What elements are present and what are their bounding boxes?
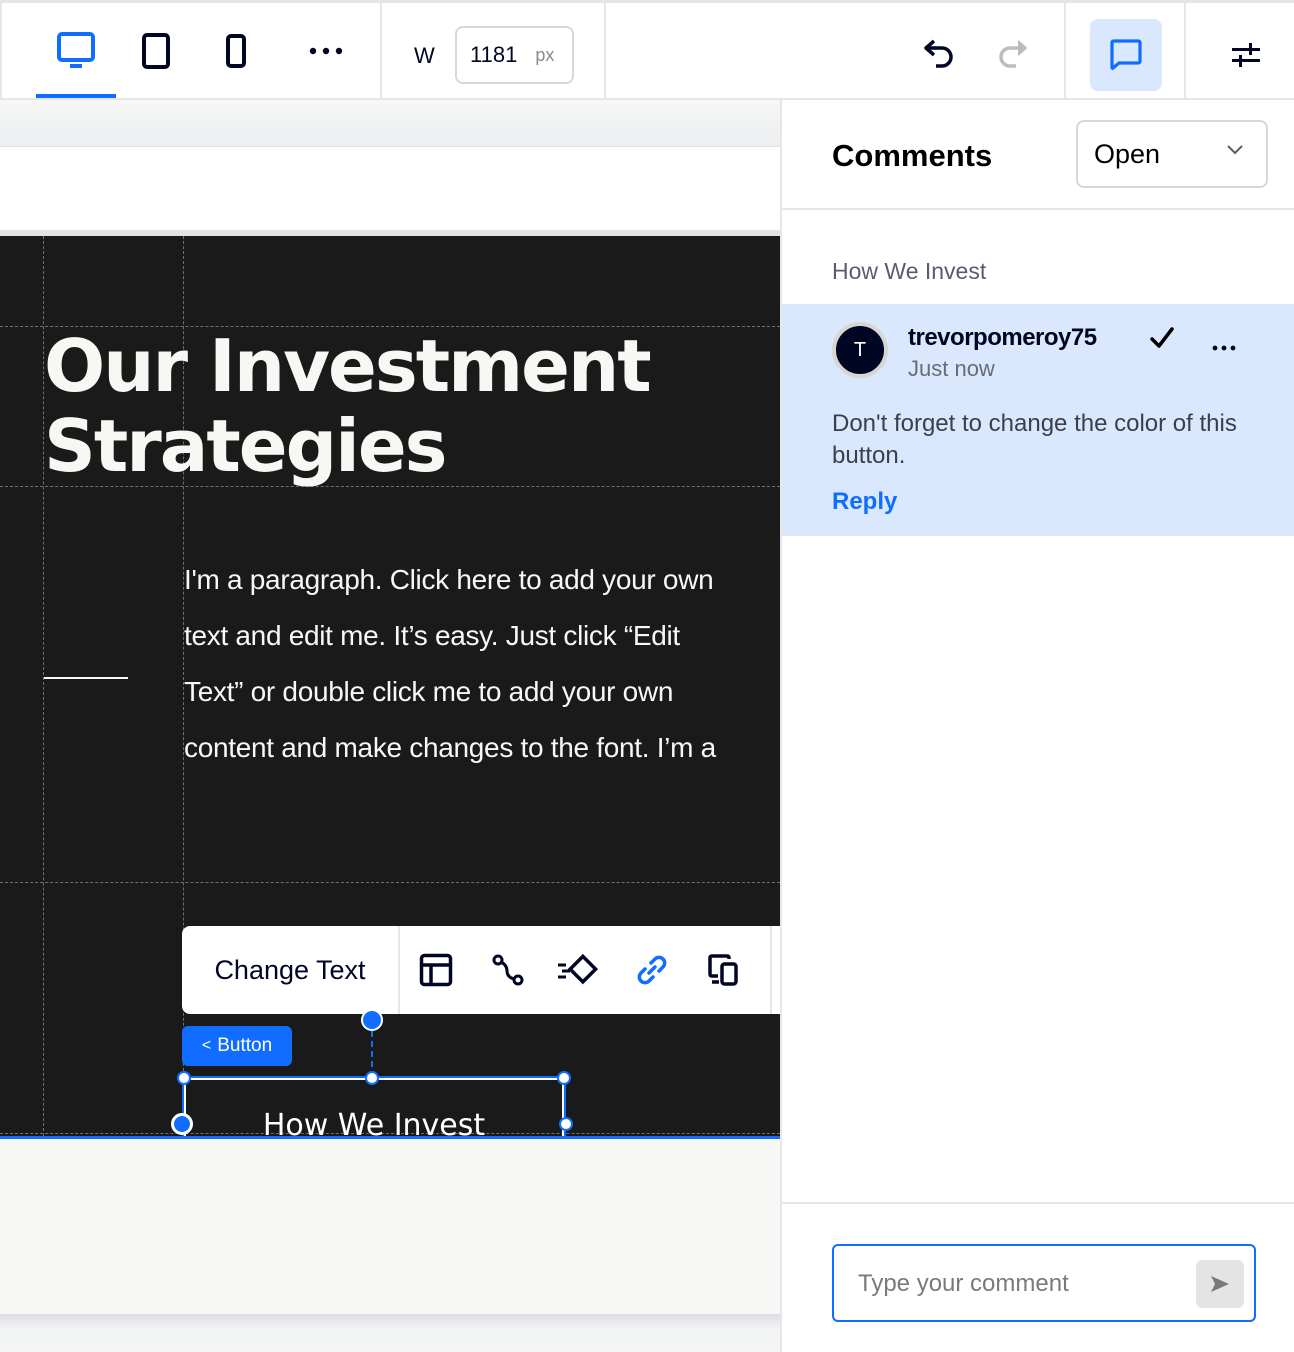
- element-type-label: Button: [217, 1035, 273, 1056]
- responsive-devices-icon: [708, 954, 738, 986]
- more-views-button[interactable]: [300, 25, 352, 77]
- chevron-left-icon: <: [201, 1037, 212, 1054]
- link-icon: [637, 955, 667, 985]
- sliders-icon: [1232, 43, 1260, 67]
- undo-button[interactable]: [914, 29, 966, 81]
- width-input[interactable]: 1181 px: [455, 26, 574, 84]
- more-icon: [1212, 345, 1236, 351]
- comment-input-box[interactable]: [832, 1244, 1256, 1322]
- panel-title: Comments: [832, 138, 993, 173]
- width-unit: px: [535, 44, 555, 65]
- divider: [782, 208, 1294, 210]
- comments-toggle-button[interactable]: [1090, 19, 1162, 91]
- comment-author: trevorpomeroy75: [908, 324, 1097, 351]
- editor-canvas[interactable]: Our Investment Strategies I'm a paragrap…: [0, 100, 780, 1352]
- next-section[interactable]: [0, 1139, 780, 1314]
- chevron-down-icon: [1227, 145, 1243, 155]
- rotate-handle[interactable]: [361, 1009, 383, 1031]
- active-view-indicator: [36, 94, 116, 98]
- comment-body: Don't forget to change the color of this…: [832, 410, 1237, 469]
- comment-timestamp: Just now: [908, 356, 995, 381]
- connect-button[interactable]: [472, 926, 544, 1014]
- animation-icon: [558, 953, 599, 985]
- send-icon: [1211, 1276, 1229, 1292]
- decorative-line[interactable]: [44, 677, 128, 679]
- resize-handle-left[interactable]: [171, 1113, 193, 1135]
- mobile-icon: [226, 34, 246, 68]
- resolve-comment-button[interactable]: [1148, 324, 1176, 357]
- resize-handle-top[interactable]: [365, 1071, 379, 1085]
- comment-item[interactable]: T trevorpomeroy75 Just now Don't forget …: [782, 304, 1294, 536]
- divider: [380, 3, 382, 100]
- desktop-icon: [57, 32, 95, 68]
- comments-panel: Comments Open How We Invest T trevorpome…: [780, 100, 1294, 1352]
- divider: [604, 3, 606, 100]
- more-icon: [309, 47, 343, 55]
- resize-handle-right[interactable]: [559, 1117, 573, 1131]
- comment-input[interactable]: [858, 1266, 1178, 1302]
- divider: [782, 1202, 1294, 1204]
- layout-icon: [419, 953, 453, 987]
- undo-icon: [924, 39, 953, 68]
- comment-filter-dropdown[interactable]: Open: [1076, 120, 1268, 188]
- resize-handle-top-left[interactable]: [177, 1071, 191, 1085]
- desktop-view-button[interactable]: [50, 25, 102, 77]
- editor-top-bar: W 1181 px: [0, 0, 1294, 100]
- divider: [0, 3, 2, 100]
- width-label: W: [414, 43, 435, 68]
- hero-title[interactable]: Our Investment Strategies: [44, 326, 744, 486]
- resize-handle-top-right[interactable]: [557, 1071, 571, 1085]
- comment-more-button[interactable]: [1212, 330, 1236, 358]
- layout-button[interactable]: [400, 926, 472, 1014]
- responsive-button[interactable]: [688, 926, 760, 1014]
- hero-section[interactable]: Our Investment Strategies I'm a paragrap…: [0, 236, 780, 1221]
- canvas-top-gutter: [0, 100, 780, 146]
- divider: [1064, 3, 1066, 100]
- settings-panel-button[interactable]: [1220, 29, 1272, 81]
- redo-icon: [999, 40, 1027, 68]
- element-type-tag[interactable]: < Button: [182, 1026, 292, 1066]
- avatar: T: [832, 322, 888, 378]
- canvas-bottom-gutter: [0, 1314, 780, 1352]
- send-comment-button[interactable]: [1196, 1260, 1244, 1308]
- width-value[interactable]: 1181: [470, 42, 517, 68]
- site-header-section[interactable]: [0, 146, 780, 230]
- tablet-view-button[interactable]: [130, 25, 182, 77]
- animation-button[interactable]: [544, 926, 616, 1014]
- element-floating-toolbar: Change Text: [182, 926, 780, 1014]
- checkmark-icon: [1150, 327, 1174, 348]
- hero-paragraph[interactable]: I'm a paragraph. Click here to add your …: [184, 552, 780, 790]
- grid-guide: [0, 882, 780, 883]
- tablet-icon: [142, 33, 170, 69]
- divider: [1184, 3, 1186, 100]
- comment-group-label[interactable]: How We Invest: [832, 258, 986, 285]
- connect-path-icon: [492, 954, 524, 986]
- comment-icon: [1110, 39, 1142, 70]
- mobile-view-button[interactable]: [210, 25, 262, 77]
- change-text-button[interactable]: Change Text: [182, 926, 400, 1014]
- filter-value: Open: [1094, 138, 1161, 169]
- link-button[interactable]: [616, 926, 688, 1014]
- redo-button[interactable]: [986, 29, 1038, 81]
- reply-link[interactable]: Reply: [832, 488, 897, 516]
- divider: [770, 926, 772, 1014]
